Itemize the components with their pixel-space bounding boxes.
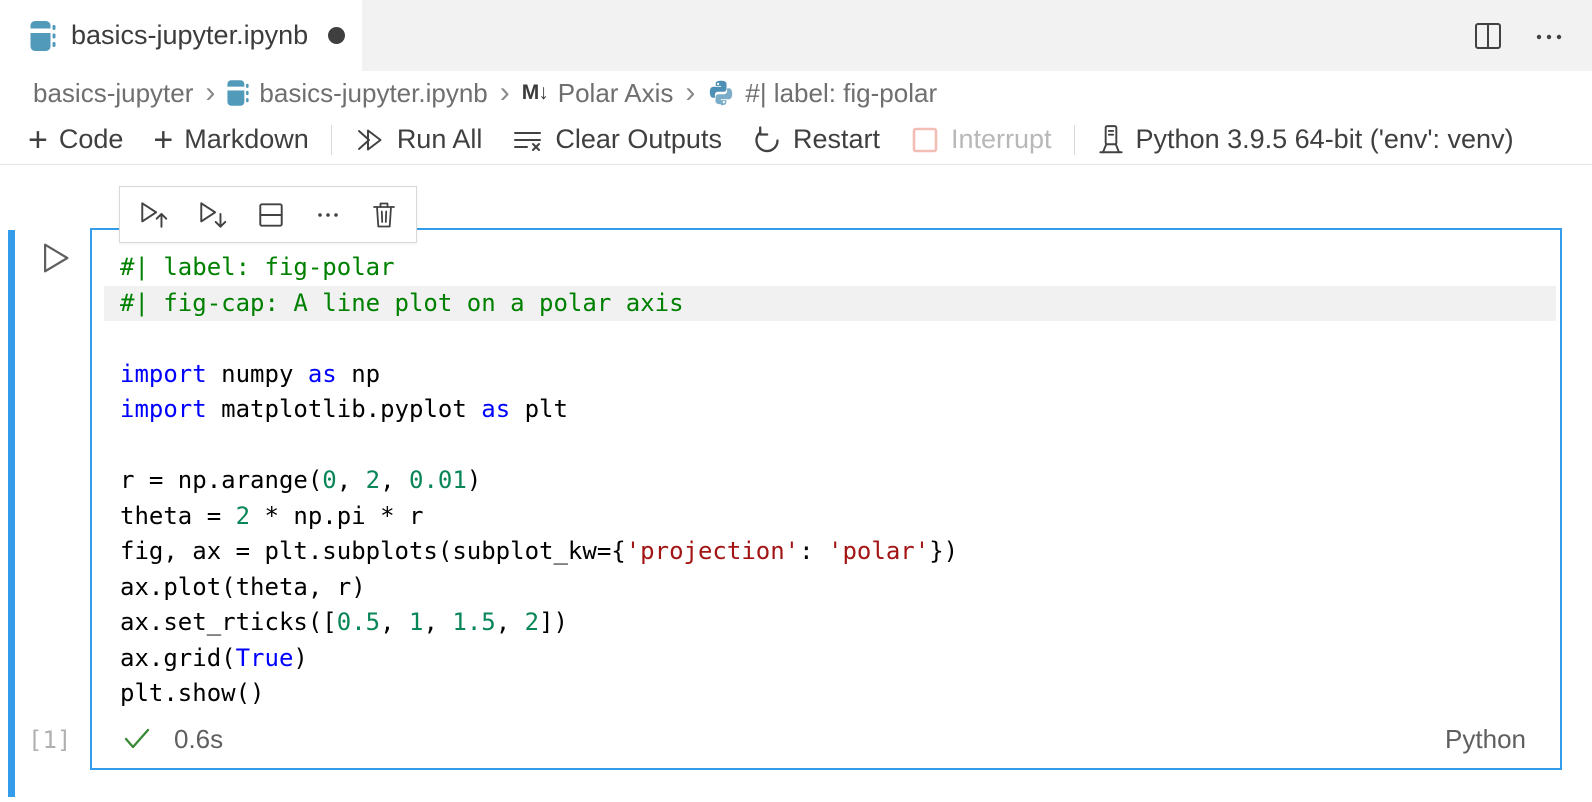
plus-icon: + — [153, 123, 173, 157]
toolbar-divider — [331, 125, 332, 155]
breadcrumb-label: Polar Axis — [558, 78, 674, 109]
breadcrumb-item-file[interactable]: basics-jupyter.ipynb — [227, 78, 487, 109]
interrupt-label: Interrupt — [951, 124, 1052, 155]
execution-duration: 0.6s — [174, 724, 223, 755]
split-editor-icon[interactable] — [1472, 20, 1504, 52]
code-lines[interactable]: #| label: fig-polar#| fig-cap: A line pl… — [104, 250, 1556, 712]
cell-focus-indicator — [8, 230, 15, 797]
code-line[interactable]: r = np.arange(0, 2, 0.01) — [104, 463, 1556, 499]
code-line[interactable] — [104, 321, 1556, 357]
code-line[interactable]: ax.grid(True) — [104, 641, 1556, 677]
run-cells-above-icon[interactable] — [138, 199, 170, 231]
run-all-icon — [354, 125, 386, 155]
breadcrumb-separator: › — [685, 78, 695, 108]
tab-title: basics-jupyter.ipynb — [71, 20, 308, 51]
restart-label: Restart — [793, 124, 880, 155]
code-line[interactable]: import matplotlib.pyplot as plt — [104, 392, 1556, 428]
code-cell[interactable]: #| label: fig-polar#| fig-cap: A line pl… — [90, 228, 1562, 770]
code-line[interactable]: fig, ax = plt.subplots(subplot_kw={'proj… — [104, 534, 1556, 570]
run-cells-below-icon[interactable] — [197, 199, 229, 231]
cell-status-bar: 0.6s Python — [106, 718, 1546, 760]
breadcrumb-item-section[interactable]: M↓ Polar Axis — [522, 78, 674, 109]
tab-bar-actions — [1472, 0, 1592, 71]
clear-outputs-label: Clear Outputs — [555, 124, 722, 155]
interrupt-kernel-button[interactable]: Interrupt — [910, 124, 1052, 155]
editor-tab-bar: basics-jupyter.ipynb — [0, 0, 1592, 71]
run-cell-button[interactable] — [34, 238, 74, 278]
code-line[interactable]: ax.plot(theta, r) — [104, 570, 1556, 606]
vscode-notebook-window: basics-jupyter.ipynb basics-jupyter — [0, 0, 1592, 802]
breadcrumb-separator: › — [500, 78, 510, 108]
restart-kernel-button[interactable]: Restart — [752, 124, 880, 155]
breadcrumb-item-folder[interactable]: basics-jupyter — [33, 78, 193, 109]
tab-basics-jupyter-ipynb[interactable]: basics-jupyter.ipynb — [0, 0, 362, 71]
cell-language-picker[interactable]: Python — [1445, 724, 1526, 755]
plus-icon: + — [28, 123, 48, 157]
split-cell-icon[interactable] — [256, 200, 286, 230]
cell-toolbar — [119, 186, 417, 243]
code-line[interactable]: import numpy as np — [104, 357, 1556, 393]
markdown-header-icon: M↓ — [522, 81, 548, 105]
clear-outputs-icon — [512, 125, 544, 155]
breadcrumb: basics-jupyter › basics-jupyter.ipynb › … — [0, 71, 1592, 115]
breadcrumb-separator: › — [205, 78, 215, 108]
interrupt-icon — [910, 125, 940, 155]
python-icon — [707, 79, 735, 107]
code-line[interactable] — [104, 428, 1556, 464]
kernel-label: Python 3.9.5 64-bit ('env': venv) — [1136, 124, 1514, 155]
code-line[interactable]: #| fig-cap: A line plot on a polar axis — [104, 286, 1556, 322]
code-line[interactable]: theta = 2 * np.pi * r — [104, 499, 1556, 535]
notebook-file-icon — [227, 79, 249, 107]
breadcrumb-item-cell[interactable]: #| label: fig-polar — [707, 78, 937, 109]
success-check-icon — [122, 726, 152, 752]
clear-outputs-button[interactable]: Clear Outputs — [512, 124, 722, 155]
run-all-button[interactable]: Run All — [354, 124, 483, 155]
add-markdown-cell-button[interactable]: + Markdown — [153, 123, 308, 157]
run-all-label: Run All — [397, 124, 483, 155]
add-markdown-label: Markdown — [184, 124, 309, 155]
delete-cell-icon[interactable] — [370, 200, 398, 230]
modified-dot-icon[interactable] — [328, 27, 345, 44]
code-line[interactable]: plt.show() — [104, 676, 1556, 712]
restart-icon — [752, 125, 782, 155]
more-actions-icon[interactable] — [1532, 20, 1566, 52]
add-code-label: Code — [59, 124, 124, 155]
notebook-toolbar: + Code + Markdown Run All — [0, 115, 1592, 165]
notebook-file-icon — [30, 20, 56, 52]
more-cell-actions-icon[interactable] — [313, 200, 343, 230]
code-line[interactable]: #| label: fig-polar — [104, 250, 1556, 286]
kernel-picker[interactable]: Python 3.9.5 64-bit ('env': venv) — [1097, 124, 1514, 156]
breadcrumb-label: #| label: fig-polar — [745, 78, 937, 109]
code-line[interactable]: ax.set_rticks([0.5, 1, 1.5, 2]) — [104, 605, 1556, 641]
add-code-cell-button[interactable]: + Code — [28, 123, 123, 157]
notebook-editor: #| label: fig-polar#| fig-cap: A line pl… — [0, 166, 1592, 802]
kernel-icon — [1097, 124, 1125, 156]
execution-count: [1] — [28, 726, 71, 754]
breadcrumb-label: basics-jupyter.ipynb — [259, 78, 487, 109]
breadcrumb-label: basics-jupyter — [33, 78, 193, 109]
toolbar-divider — [1074, 125, 1075, 155]
